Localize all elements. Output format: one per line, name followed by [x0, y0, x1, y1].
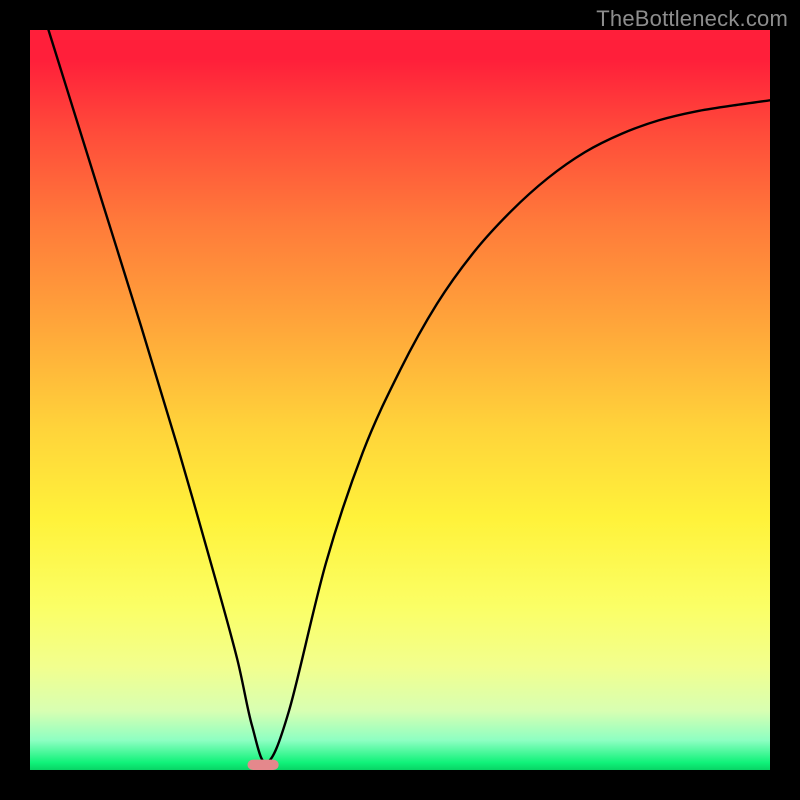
chart-frame: TheBottleneck.com: [0, 0, 800, 800]
watermark-text: TheBottleneck.com: [596, 6, 788, 32]
optimum-marker: [30, 30, 770, 770]
chart-plot-area: [30, 30, 770, 770]
optimum-marker-rect: [248, 760, 279, 770]
